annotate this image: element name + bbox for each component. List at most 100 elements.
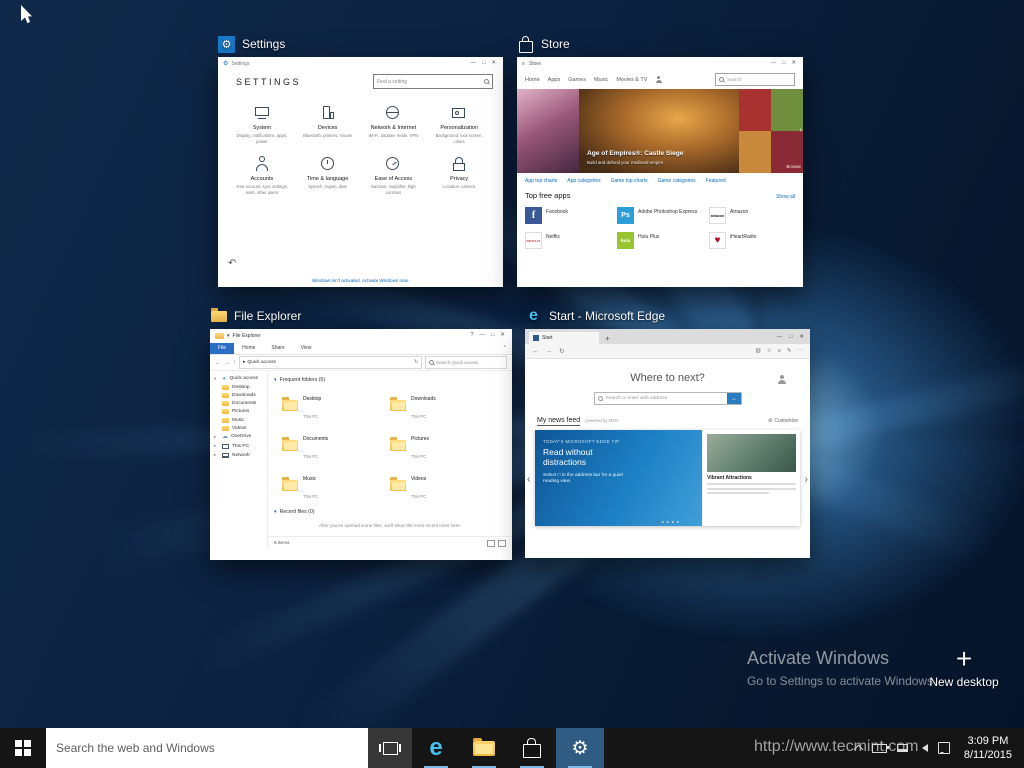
taskview-window-settings[interactable]: ⚙ Settings — □ ✕ SETTINGS Find a setting… bbox=[218, 57, 503, 287]
store-link-game-categories: Game categories bbox=[658, 178, 696, 184]
folder-icon bbox=[222, 393, 229, 398]
taskview-label-store[interactable]: Store bbox=[517, 35, 570, 53]
frequent-folders-header: ▾ Frequent folders (6) bbox=[274, 377, 506, 383]
taskview-label-file-explorer[interactable]: File Explorer bbox=[210, 307, 301, 325]
explorer-address-bar: ← → ↑ ▸ Quick access ↻ Search Quick acce… bbox=[210, 355, 512, 371]
explorer-sidebar: ▾ ★ Quick access Desktop Downloads Docum… bbox=[210, 371, 268, 549]
show-hidden-icons-chevron[interactable] bbox=[853, 745, 863, 755]
explorer-status-bar: 6 items bbox=[268, 536, 512, 549]
volume-icon[interactable] bbox=[918, 744, 928, 752]
settings-titlebar: ⚙ Settings — □ ✕ bbox=[218, 57, 503, 70]
store-window-controls: — □ ✕ bbox=[771, 61, 798, 67]
maximize-icon: □ bbox=[789, 334, 792, 340]
up-icon: ↑ bbox=[233, 360, 236, 366]
explorer-titlebar: ▾ File Explorer ? — □ ✕ bbox=[210, 329, 512, 342]
taskbar-clock[interactable]: 3:09 PM 8/11/2015 bbox=[960, 734, 1016, 762]
task-view-button[interactable] bbox=[368, 728, 412, 768]
taskbar-store-button[interactable] bbox=[508, 728, 556, 768]
edge-app-icon: e bbox=[525, 308, 542, 325]
carousel-next-icon: › bbox=[805, 474, 808, 485]
article-text-line bbox=[707, 492, 769, 494]
settings-activation-notice: Windows isn't activated. Activate Window… bbox=[218, 278, 503, 283]
store-titlebar-title: Store bbox=[529, 61, 541, 67]
store-link-featured: Featured bbox=[706, 178, 726, 184]
start-button[interactable] bbox=[0, 728, 46, 768]
file-explorer-app-icon bbox=[210, 308, 227, 325]
edge-tip-title: Read without distractions bbox=[543, 448, 623, 468]
store-icon bbox=[523, 744, 541, 758]
taskview-window-file-explorer[interactable]: ▾ File Explorer ? — □ ✕ File Home Share … bbox=[210, 329, 512, 560]
action-center-icon[interactable] bbox=[938, 742, 950, 754]
dropdown-icon: ▾ bbox=[227, 333, 230, 339]
new-desktop-button[interactable]: + New desktop bbox=[926, 646, 1002, 689]
store-tile-hulu-plus: hulu Hulu Plus bbox=[617, 232, 703, 249]
store-hero-title: Age of Empires®: Castle Siege bbox=[587, 150, 683, 157]
taskbar-file-explorer-button[interactable] bbox=[460, 728, 508, 768]
taskview-label-edge[interactable]: e Start - Microsoft Edge bbox=[525, 307, 665, 325]
facebook-icon: f bbox=[525, 207, 542, 224]
forward-icon: → bbox=[546, 348, 553, 355]
search-icon bbox=[719, 77, 724, 82]
store-link-app-top-charts: App top charts bbox=[525, 178, 557, 184]
settings-search-placeholder: Find a setting bbox=[377, 79, 407, 85]
settings-category-grid: System Display, notifications, apps, pow… bbox=[218, 91, 503, 196]
taskview-label-file-explorer-text: File Explorer bbox=[234, 309, 301, 323]
taskbar-settings-button[interactable]: ⚙ bbox=[556, 728, 604, 768]
personalization-icon bbox=[449, 103, 469, 123]
edge-search-row: Search or enter web address → bbox=[525, 392, 810, 405]
folder-icon bbox=[222, 385, 229, 390]
refresh-icon: ↻ bbox=[414, 360, 418, 365]
store-nav-games: Games bbox=[568, 77, 586, 83]
edge-feed-header: My news feed powered by MSN ⚙ Customize bbox=[525, 405, 810, 430]
edge-article-card: Vibrant Attractions bbox=[702, 430, 800, 526]
explorer-main-pane: ▾ Frequent folders (6) DesktopThis PC Do… bbox=[268, 371, 512, 549]
settings-titlebar-icon: ⚙ bbox=[223, 60, 228, 67]
folder-icon bbox=[282, 480, 298, 491]
search-input[interactable] bbox=[46, 741, 368, 755]
store-show-all-link: Show all bbox=[776, 194, 795, 200]
store-app-tiles: f Facebook Ps Adobe Photoshop Express am… bbox=[517, 202, 803, 254]
gear-icon: ⚙ bbox=[571, 739, 588, 758]
taskview-label-edge-text: Start - Microsoft Edge bbox=[549, 309, 665, 323]
recent-files-header: ▾ Recent files (0) bbox=[274, 509, 506, 515]
windows-logo-icon bbox=[15, 740, 31, 756]
iheartradio-icon: ♥ bbox=[709, 232, 726, 249]
web-note-icon: ✎ bbox=[787, 348, 792, 354]
explorer-breadcrumb: ▸ Quick access ↻ bbox=[239, 356, 422, 369]
store-hero-image-main: Age of Empires®: Castle Siege Build and … bbox=[579, 89, 739, 173]
close-icon: ✕ bbox=[791, 61, 796, 67]
battery-icon[interactable] bbox=[872, 744, 887, 753]
edge-tip-card: TODAY'S MICROSOFT EDGE TIP Read without … bbox=[535, 430, 702, 526]
explorer-body: ▾ ★ Quick access Desktop Downloads Docum… bbox=[210, 371, 512, 549]
network-icon bbox=[383, 103, 403, 123]
folder-icon bbox=[222, 401, 229, 406]
taskbar-edge-button[interactable]: e bbox=[412, 728, 460, 768]
amazon-icon: amazon bbox=[709, 207, 726, 224]
favorites-star-icon: ☆ bbox=[767, 348, 772, 354]
network-icon[interactable] bbox=[897, 744, 908, 752]
settings-category-devices: Devices Bluetooth, printers, mouse bbox=[296, 103, 360, 144]
forward-icon: → bbox=[224, 360, 230, 366]
ease-of-access-icon bbox=[383, 154, 403, 174]
maximize-icon: □ bbox=[782, 61, 785, 67]
edge-window-controls: — □ ✕ bbox=[777, 334, 806, 340]
taskbar-search-box[interactable] bbox=[46, 728, 368, 768]
taskview-label-settings[interactable]: ⚙ Settings bbox=[218, 35, 285, 53]
explorer-tab-file: File bbox=[210, 343, 234, 354]
gear-icon: ⚙ bbox=[768, 418, 772, 424]
taskview-window-store[interactable]: ≡ Store — □ ✕ Home Apps Games Music Movi… bbox=[517, 57, 803, 287]
article-title: Vibrant Attractions bbox=[707, 475, 796, 481]
edge-search-box: Search or enter web address → bbox=[594, 392, 742, 405]
edge-tip-kicker: TODAY'S MICROSOFT EDGE TIP bbox=[543, 439, 694, 444]
store-nav-music: Music bbox=[594, 77, 608, 83]
store-app-icon bbox=[517, 36, 534, 53]
taskview-window-edge[interactable]: Start + — □ ✕ ← → ↻ ▥ ☆ ≡ ✎ ⋯ Where to n… bbox=[525, 329, 810, 558]
store-section-title: Top free apps bbox=[525, 191, 570, 200]
settings-header: SETTINGS Find a setting bbox=[218, 70, 503, 91]
carousel-previous-icon: ‹ bbox=[527, 474, 530, 485]
breadcrumb-text: Quick access bbox=[247, 360, 276, 365]
store-link-app-categories: App categories bbox=[567, 178, 600, 184]
edge-tab-start: Start bbox=[529, 332, 599, 344]
settings-category-privacy: Privacy Location, camera bbox=[427, 154, 491, 195]
refresh-icon: ↻ bbox=[559, 347, 564, 355]
